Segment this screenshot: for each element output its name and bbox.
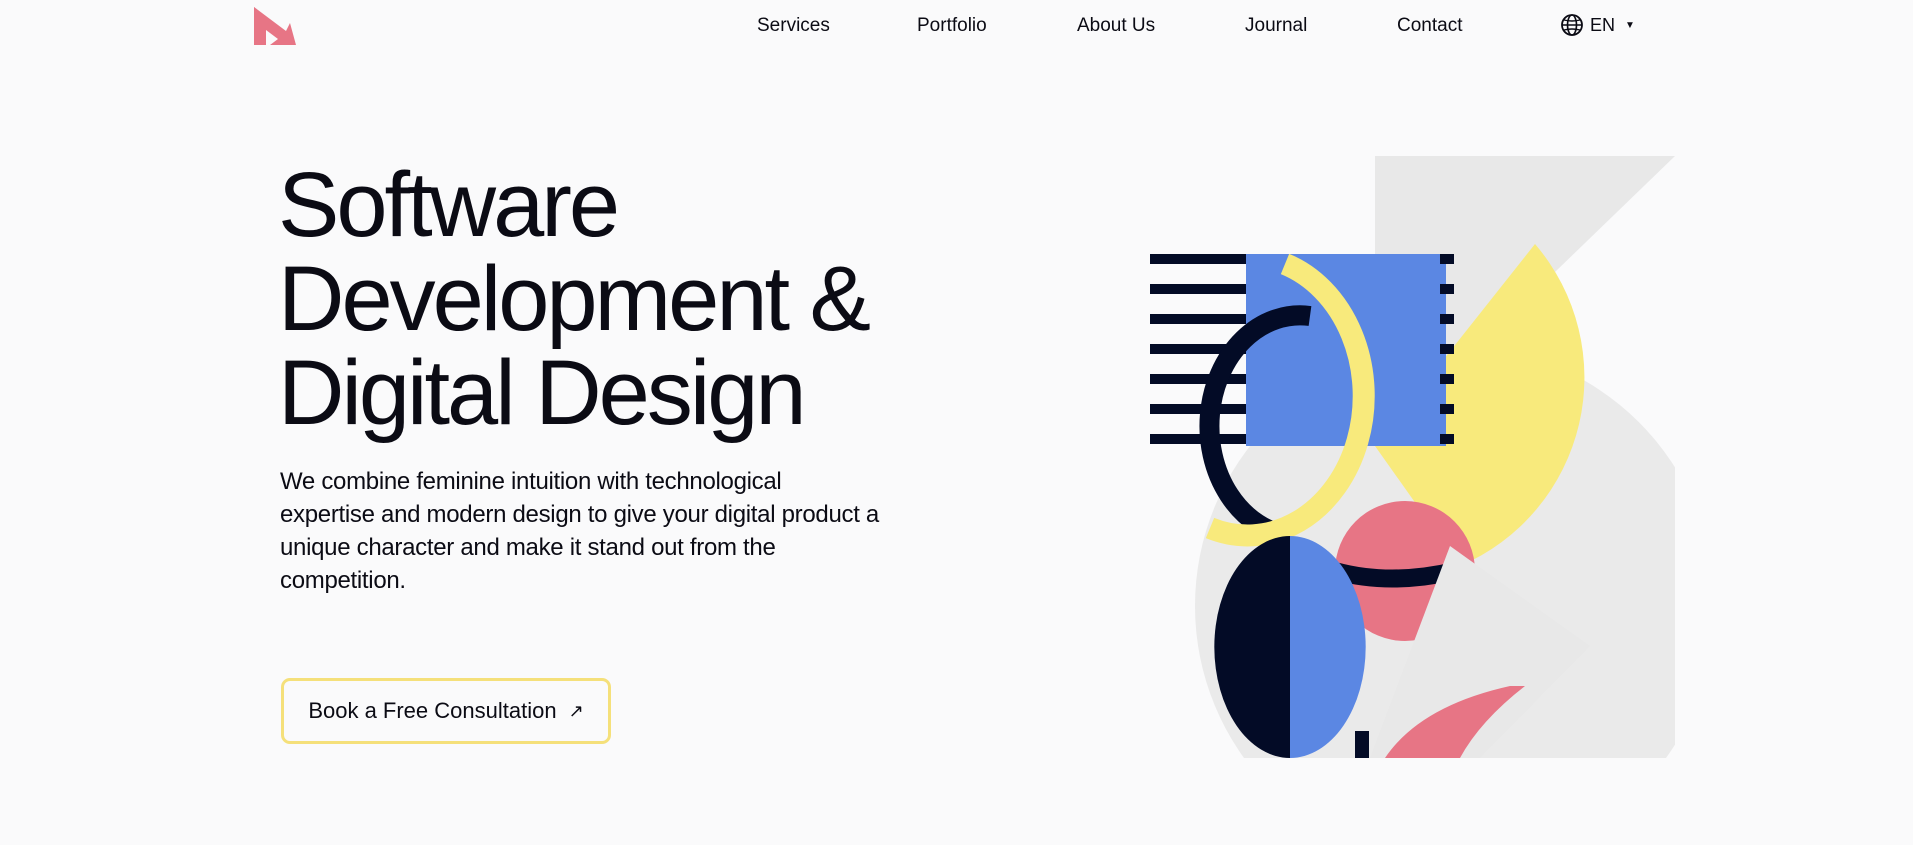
hero-title-line-3: Digital Design — [278, 342, 807, 444]
language-label: EN — [1590, 14, 1616, 35]
globe-icon — [1561, 14, 1583, 36]
nav-about-us[interactable]: About Us — [1077, 15, 1155, 37]
book-consultation-button[interactable]: Book a Free Consultation ↗ — [281, 678, 611, 744]
hero-title-line-1: Software — [278, 154, 620, 256]
language-selector[interactable]: EN ▼ — [1560, 13, 1635, 37]
nav-journal[interactable]: Journal — [1245, 15, 1307, 37]
nav-services[interactable]: Services — [757, 15, 830, 37]
nav-portfolio[interactable]: Portfolio — [917, 15, 987, 37]
hero-description: We combine feminine intuition with techn… — [280, 468, 879, 594]
arrow-mark-logo-icon — [254, 7, 296, 45]
top-navigation: Services Portfolio About Us Journal Cont… — [0, 0, 1913, 56]
hero-title-line-2: Development & — [278, 248, 871, 350]
nav-contact[interactable]: Contact — [1397, 15, 1462, 37]
hero-title: Software Development & Digital Design — [278, 154, 871, 444]
geometric-artwork — [1150, 156, 1675, 758]
arrow-up-right-icon: ↗ — [568, 700, 584, 721]
logo[interactable] — [252, 5, 298, 45]
hero-illustration — [1150, 156, 1675, 758]
chevron-down-icon: ▼ — [1625, 19, 1635, 31]
book-consultation-label: Book a Free Consultation — [308, 698, 557, 723]
